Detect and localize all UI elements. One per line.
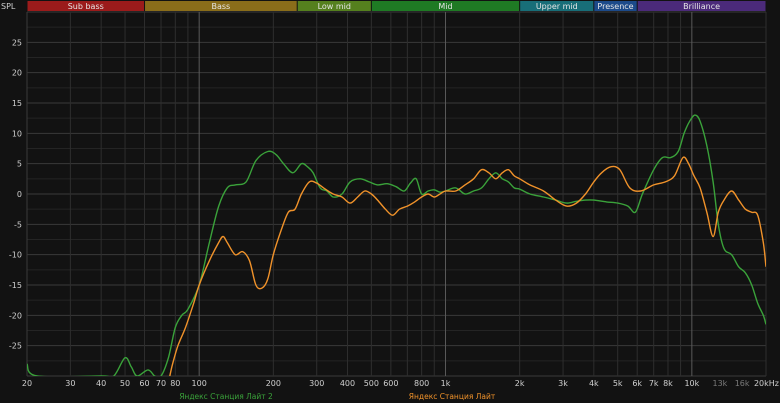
band-label: Low mid xyxy=(318,2,351,11)
x-tick-label: 1k xyxy=(441,379,451,388)
x-tick-label: 13k xyxy=(713,379,728,388)
y-tick-label: -20 xyxy=(9,311,22,320)
x-tick-label: 200 xyxy=(266,379,281,388)
x-tick-label: 20 xyxy=(22,379,32,388)
x-tick-label: 20kHz xyxy=(754,379,779,388)
y-axis-ticks: 25 20 15 10 5 0 -5 -10 -15 -20 -25 xyxy=(9,38,22,350)
x-tick-label: 400 xyxy=(340,379,355,388)
x-tick-label: 600 xyxy=(383,379,398,388)
y-tick-label: -15 xyxy=(9,281,22,290)
y-tick-label: -5 xyxy=(14,220,22,229)
y-axis-label: SPL xyxy=(1,2,16,11)
y-tick-label: 0 xyxy=(17,190,22,199)
x-tick-label: 30 xyxy=(65,379,75,388)
x-tick-label: 7k xyxy=(649,379,659,388)
band-label: Sub bass xyxy=(68,2,104,11)
band-label: Brilliance xyxy=(683,2,720,11)
frequency-band-header: Sub bass Bass Low mid Mid Upper mid Presence B… xyxy=(27,1,766,11)
x-tick-label: 6k xyxy=(632,379,642,388)
y-tick-label: 5 xyxy=(17,160,22,169)
frequency-response-chart: Sub bass Bass Low mid Mid Upper mid Presence B… xyxy=(1,1,779,401)
x-tick-label: 500 xyxy=(364,379,379,388)
band-label: Presence xyxy=(597,2,633,11)
x-tick-label: 16k xyxy=(735,379,750,388)
legend-item-2: Яндекс Станция Лайт xyxy=(409,392,496,401)
legend-item-1: Яндекс Станция Лайт 2 xyxy=(179,392,273,401)
legend: Яндекс Станция Лайт 2 Яндекс Станция Лайт xyxy=(179,392,496,401)
y-tick-label: 10 xyxy=(12,129,22,138)
x-tick-label: 70 xyxy=(156,379,166,388)
x-tick-label: 80 xyxy=(170,379,180,388)
band-label: Mid xyxy=(438,2,452,11)
y-tick-label: 15 xyxy=(12,99,22,108)
y-tick-label: -10 xyxy=(9,251,22,260)
x-tick-label: 10k xyxy=(684,379,699,388)
x-tick-label: 300 xyxy=(309,379,324,388)
x-axis-ticks: 20 30 40 50 60 70 80 100 200 300 400 500 600 800 1k 2k 3… xyxy=(22,379,779,388)
x-tick-label: 100 xyxy=(192,379,207,388)
x-tick-label: 50 xyxy=(120,379,130,388)
x-tick-label: 5k xyxy=(613,379,623,388)
x-tick-label: 8k xyxy=(663,379,673,388)
band-label: Upper mid xyxy=(536,2,578,11)
band-label: Bass xyxy=(212,2,231,11)
x-tick-label: 3k xyxy=(558,379,568,388)
y-tick-label: 20 xyxy=(12,69,22,78)
y-tick-label: -25 xyxy=(9,342,22,351)
x-tick-label: 4k xyxy=(589,379,599,388)
x-tick-label: 60 xyxy=(139,379,149,388)
x-tick-label: 2k xyxy=(515,379,525,388)
x-tick-label: 40 xyxy=(96,379,106,388)
x-tick-label: 800 xyxy=(414,379,429,388)
y-tick-label: 25 xyxy=(12,38,22,47)
